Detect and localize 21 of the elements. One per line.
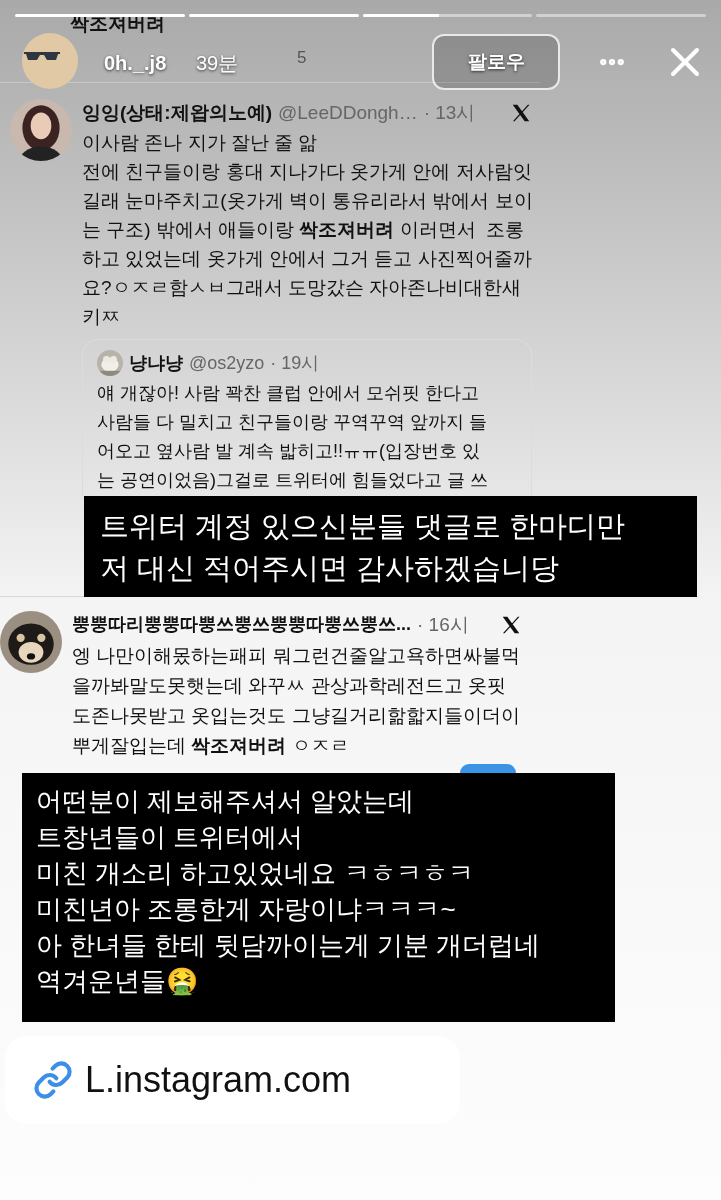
post-text: 싹조져버려 <box>70 14 165 33</box>
sunglasses-icon <box>24 50 60 62</box>
tweet-text: 엥 나만이해몼하는패피 뭐그런건줄알고욕하면싸불먹 을까봐말도못햇는데 와꾸ㅆ 관상과학레전드고 옷핏 도존나못받고 옷입는것도 그냥길거리핢핣지들이더이 뿌게잘입는데 싹조져버려 ㅇㅈㄹ <box>72 644 521 758</box>
link-text: L.instagram.com <box>85 1058 352 1102</box>
story-time: 39분 <box>196 51 239 76</box>
author-handle: @os2yzo <box>189 351 265 375</box>
profile-avatar[interactable] <box>22 33 78 89</box>
link-sticker[interactable]: L.instagram.com <box>5 1036 460 1124</box>
caption-text: 트위터 계정 있으신분들 댓글로 한마디만 저 대신 적어주시면 감사하겠습니당 <box>100 508 627 586</box>
post-time: · 19시 <box>270 351 320 375</box>
post-time: · 16시 <box>417 612 469 637</box>
views-count: 5 <box>297 46 307 69</box>
post-time: · 13시 <box>423 101 476 125</box>
author-name: 뿡뿡따리뿡뿡따뿡쓰뿡쓰뿡뿡따뿡쓰뿡쓰... <box>72 613 411 637</box>
author-name: 잉잉(상태:제왑의노예) <box>82 101 272 125</box>
caption-text: 어떤분이 제보해주셔서 알았는데 트창년들이 트위터에서 미친 개소리 하고있었네요 ㅋㅎㅋㅎㅋ 미친년아 조롱한게 자랑이냐ㅋㅋㅋ~ 아 한녀들 한테 뒷담까이는게 기분 개더럽네 역겨운년들🤮 <box>36 785 542 998</box>
author-handle: @LeeDDongh… <box>278 101 418 125</box>
author-name: 냥냐냥 <box>129 351 183 375</box>
tweet-text: 이사람 존나 지가 잘난 줄 앎 전에 친구들이랑 홍대 지나가다 옷가게 안에 저사람잇 길래 눈마주치고(옷가게 벽이 통유리라서 밖에서 보이 는 구조) 밖에서 애들이랑 싹조져버려 이러면서 조롱 하고 있었는데 옷가게 안에서 그거 듣고 사진찍어줄까 요?ㅇㅈㄹ함ㅅㅂ그래서 도망갔슨 자아존나비대한새 키ㅉ <box>82 130 533 329</box>
tweet-text: 얘 개잖아! 사람 꽉찬 클럽 안에서 모쉬핏 한다고 사람들 다 밀치고 친구들이랑 꾸역꾸역 앞까지 들 어오고 옆사람 발 계속 밟히고!!ㅠㅠ(입장번호 있 는 공연이었음)그걸로 트위터에 힘들었다고 글 쓰 <box>97 381 489 492</box>
link-icon <box>33 1060 73 1100</box>
